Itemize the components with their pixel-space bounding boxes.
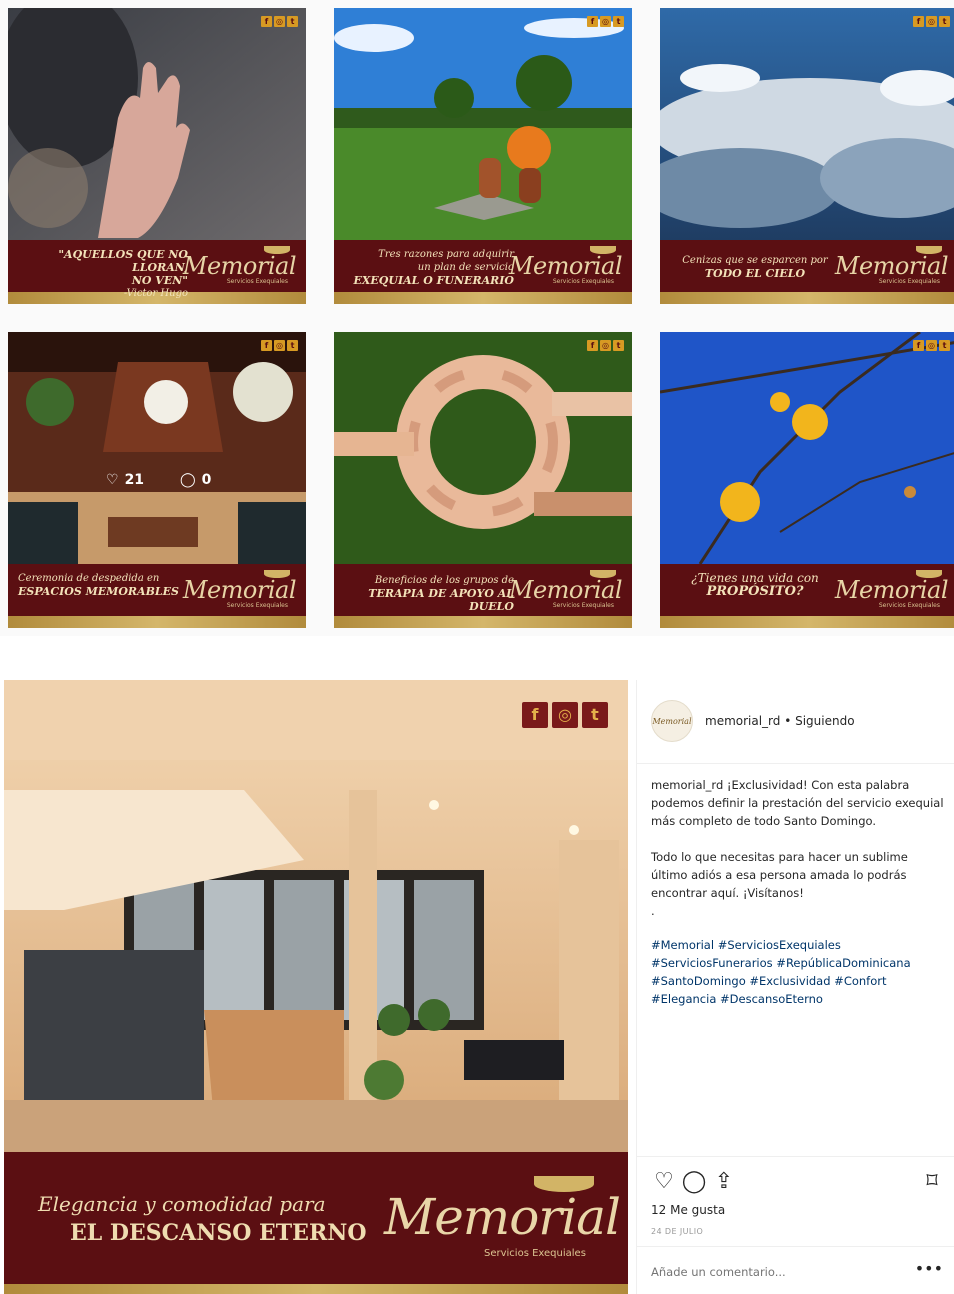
grid-post-1[interactable]: f ◎ t "AQUELLOS QUE NO LLORAN, NO VEN" -…	[8, 8, 306, 304]
bookmark-icon[interactable]: ⌑	[919, 1169, 945, 1195]
grid-post-4[interactable]: f ◎ t ♡ 21 ◯ 0 Ceremonia de despedida en…	[8, 332, 306, 628]
joined-hands-photo	[334, 332, 632, 564]
post-date: 24 DE JULIO	[651, 1227, 704, 1236]
grid-post-3[interactable]: f ◎ t Cenizas que se esparcen por TODO E…	[660, 8, 954, 304]
post-caption: memorial_rd ¡Exclusividad! Con esta pala…	[651, 778, 944, 918]
instagram-icon: ◎	[600, 16, 611, 27]
tile-caption: Tres razones para adquirir un plan de se…	[353, 249, 514, 287]
social-icons: f ◎ t	[587, 16, 624, 27]
facebook-icon: f	[261, 340, 272, 351]
image-headline-bold: EL DESCANSO ETERNO	[70, 1220, 367, 1246]
gold-strip	[334, 616, 632, 628]
profile-grid: f ◎ t "AQUELLOS QUE NO LLORAN, NO VEN" -…	[0, 0, 954, 636]
instagram-icon: ◎	[926, 340, 937, 351]
account-handle[interactable]: memorial_rd • Siguiendo	[705, 714, 855, 728]
yellow-flowers-photo	[660, 332, 954, 564]
memorial-logo: Memorial Servicios Exequiales	[509, 568, 623, 612]
social-icons: f ◎ t	[913, 340, 950, 351]
social-icons: f ◎ t	[261, 340, 298, 351]
more-options-icon[interactable]: •••	[915, 1259, 943, 1278]
facebook-icon: f	[913, 16, 924, 27]
twitter-icon: t	[287, 16, 298, 27]
avatar-logo-text: Memorial	[652, 716, 692, 726]
likes-overlay: ♡ 21	[106, 472, 144, 488]
cemetery-garden-photo	[334, 8, 632, 240]
comment-icon[interactable]: ◯	[681, 1169, 707, 1195]
likes-count[interactable]: 12 Me gusta	[651, 1203, 725, 1217]
heart-icon: ♡	[106, 472, 119, 488]
social-icons: f ◎ t	[913, 16, 950, 27]
memorial-logo: Memorial Servicios Exequiales	[835, 244, 949, 288]
facebook-icon: f	[587, 340, 598, 351]
hashtags[interactable]: #Memorial #ServiciosExequiales #Servicio…	[651, 936, 947, 1008]
comments-overlay: ◯ 0	[180, 472, 211, 488]
post-sidebar: Memorial memorial_rd • Siguiendo memoria…	[636, 680, 954, 1294]
post-detail: f ◎ t Elegancia y comodidad para EL DESC…	[0, 680, 954, 1294]
heart-icon[interactable]: ♡	[651, 1169, 677, 1195]
twitter-icon: t	[613, 340, 624, 351]
tile-caption: Beneficios de los grupos de TERAPIA DE A…	[368, 575, 514, 613]
instagram-icon: ◎	[274, 16, 285, 27]
memorial-logo: Memorial Servicios Exequiales	[835, 568, 949, 612]
image-headline: Elegancia y comodidad para	[38, 1192, 326, 1216]
grid-post-5[interactable]: f ◎ t Beneficios de los grupos de TERAPI…	[334, 332, 632, 628]
gold-strip	[334, 292, 632, 304]
comment-input[interactable]	[651, 1263, 891, 1281]
comments-count: 0	[201, 472, 212, 488]
memorial-logo: Memorial Servicios Exequiales	[183, 568, 297, 612]
memorial-logo: Memorial Servicios Exequiales	[183, 244, 297, 288]
comment-row: •••	[637, 1246, 954, 1294]
tile-caption: ¿Tienes una vida con PROPÓSITO?	[691, 571, 819, 599]
gold-strip	[8, 616, 306, 628]
social-icons: f ◎ t	[587, 340, 624, 351]
sky-clouds-photo	[660, 8, 954, 240]
gold-strip	[660, 616, 954, 628]
twitter-icon: t	[613, 16, 624, 27]
twitter-icon: t	[939, 340, 950, 351]
post-header: Memorial memorial_rd • Siguiendo	[637, 680, 954, 764]
instagram-icon: ◎	[274, 340, 285, 351]
share-icon[interactable]: ⇪	[711, 1169, 737, 1195]
facebook-icon: f	[261, 16, 272, 27]
grid-post-6[interactable]: f ◎ t ¿Tienes una vida con PROPÓSITO? Me…	[660, 332, 954, 628]
twitter-icon: t	[939, 16, 950, 27]
twitter-icon: t	[287, 340, 298, 351]
facebook-icon: f	[522, 702, 548, 728]
gold-strip	[660, 292, 954, 304]
action-bar: ♡ ◯ ⇪ ⌑ 12 Me gusta 24 DE JULIO	[637, 1156, 954, 1246]
instagram-icon: ◎	[600, 340, 611, 351]
grid-post-2[interactable]: f ◎ t Tres razones para adquirir un plan…	[334, 8, 632, 304]
chapel-interior-photo	[8, 332, 306, 564]
instagram-icon: ◎	[926, 16, 937, 27]
gold-strip	[4, 1284, 628, 1294]
lobby-staircase-photo	[4, 680, 628, 1152]
likes-count: 21	[124, 472, 145, 488]
memorial-logo: Memorial Servicios Exequiales	[384, 1170, 621, 1270]
social-icons: f ◎ t	[522, 702, 608, 728]
instagram-icon: ◎	[552, 702, 578, 728]
tile-caption: Ceremonia de despedida en ESPACIOS MEMOR…	[18, 573, 179, 598]
twitter-icon: t	[582, 702, 608, 728]
comment-icon: ◯	[180, 472, 196, 488]
post-image[interactable]: f ◎ t Elegancia y comodidad para EL DESC…	[4, 680, 628, 1294]
avatar[interactable]: Memorial	[651, 700, 693, 742]
rainy-window-photo	[8, 8, 306, 240]
memorial-logo: Memorial Servicios Exequiales	[509, 244, 623, 288]
facebook-icon: f	[913, 340, 924, 351]
tile-caption: "AQUELLOS QUE NO LLORAN, NO VEN" -Victor…	[58, 248, 188, 299]
facebook-icon: f	[587, 16, 598, 27]
social-icons: f ◎ t	[261, 16, 298, 27]
tile-caption: Cenizas que se esparcen por TODO EL CIEL…	[682, 255, 828, 280]
